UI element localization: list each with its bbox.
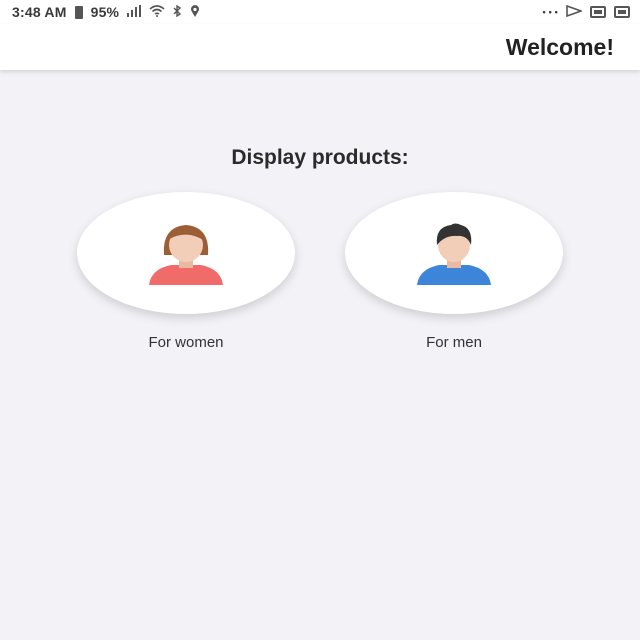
battery-percent: 95% <box>90 4 120 20</box>
bluetooth-icon <box>173 4 182 19</box>
status-bar-left: 3:48 AM 95% <box>12 4 200 20</box>
app-bar: Welcome! <box>0 24 640 70</box>
mail-icon <box>590 6 606 18</box>
image-icon <box>614 6 630 18</box>
category-men-label: For men <box>426 334 482 351</box>
page-title: Welcome! <box>505 33 614 60</box>
category-men-circle[interactable] <box>345 192 563 314</box>
battery-icon <box>74 5 83 19</box>
man-avatar-icon <box>417 223 491 285</box>
location-icon <box>190 5 200 19</box>
category-women[interactable]: For women <box>76 192 296 351</box>
wifi-icon <box>149 5 165 19</box>
section-title: Display products: <box>231 146 409 169</box>
signal-icon <box>127 5 142 19</box>
gallery-icon <box>566 4 584 19</box>
category-men[interactable]: For men <box>344 192 564 351</box>
status-bar-right: • • • <box>542 4 630 19</box>
woman-avatar-icon <box>149 225 223 285</box>
category-women-label: For women <box>148 334 224 351</box>
status-time: 3:48 AM <box>12 4 67 20</box>
screen: 3:48 AM 95% • • • Welcome! Display produ… <box>0 0 640 640</box>
more-icon: • • • <box>542 7 558 17</box>
status-bar: 3:48 AM 95% • • • <box>0 0 640 24</box>
category-women-circle[interactable] <box>77 192 295 314</box>
